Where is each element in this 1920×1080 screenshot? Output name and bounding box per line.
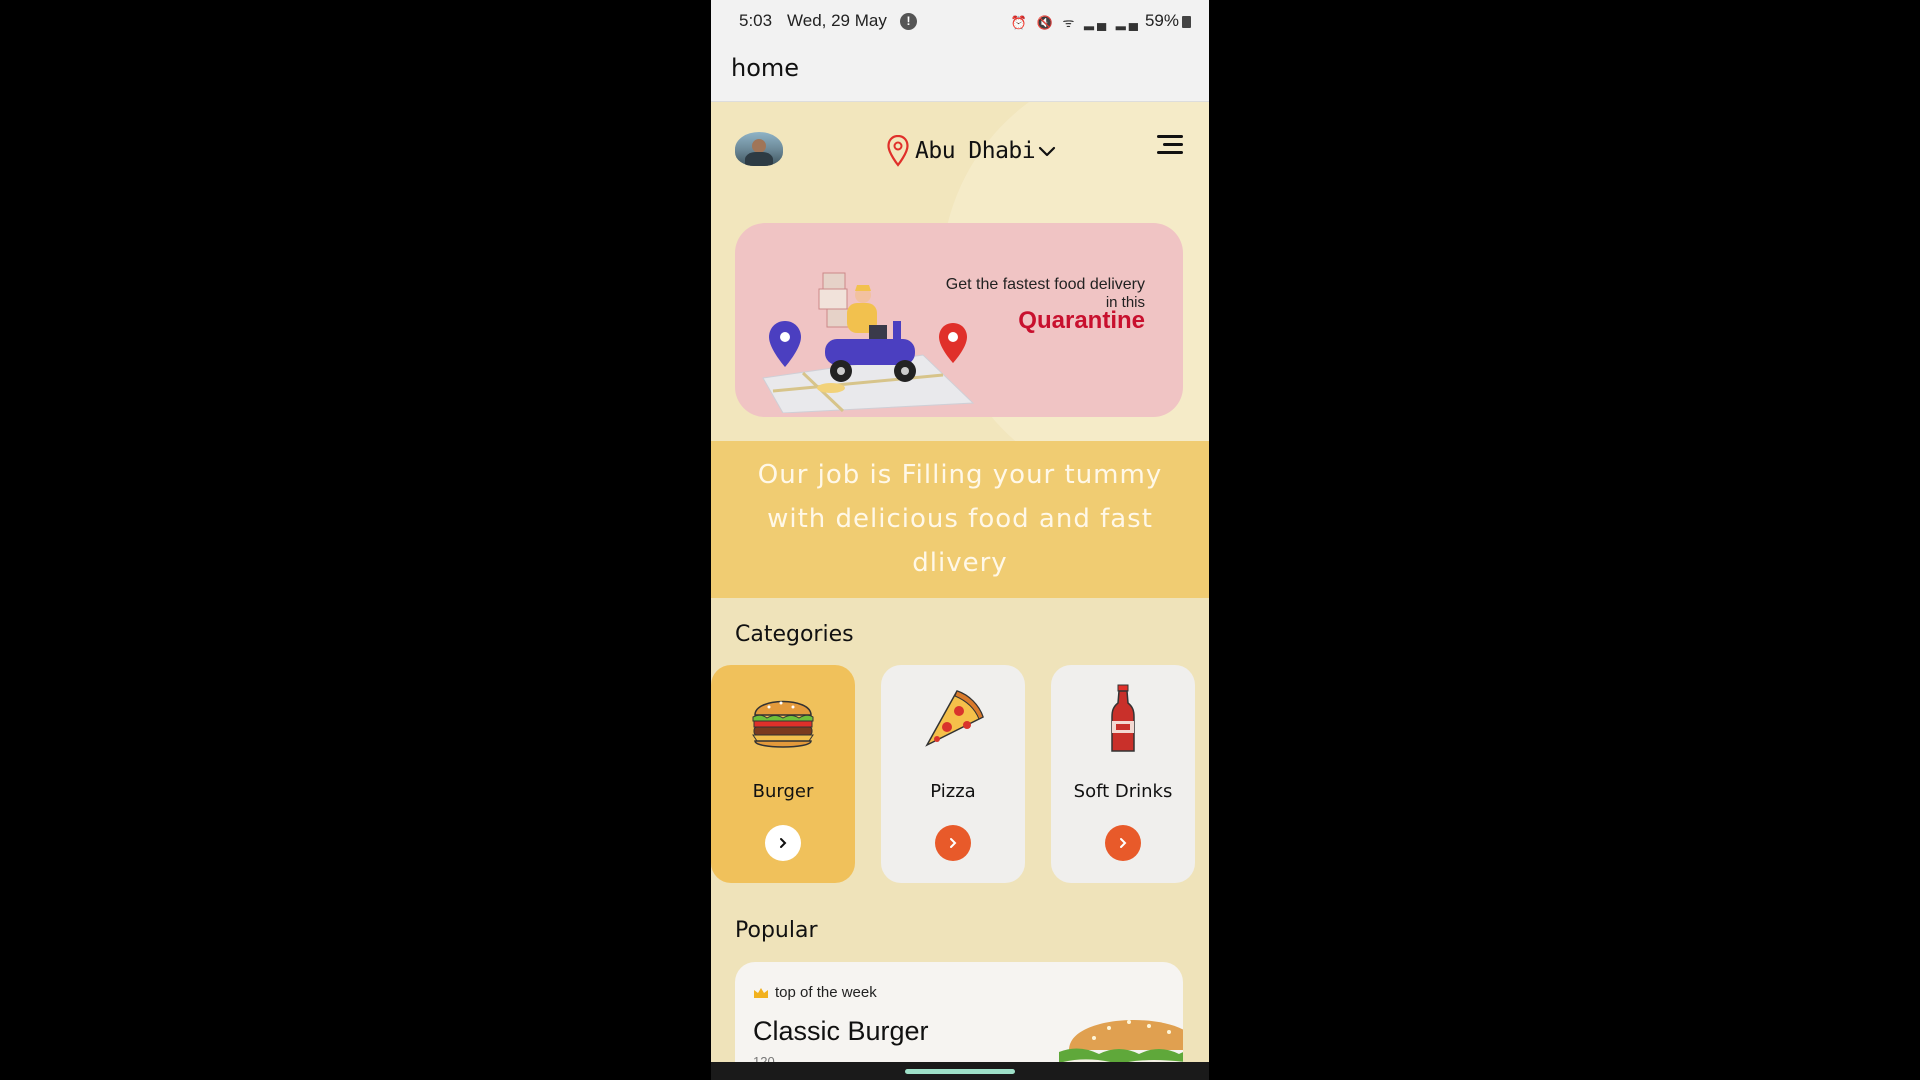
chevron-right-icon [1120,838,1127,848]
home-gesture-handle[interactable] [905,1069,1015,1074]
avatar-head [752,139,766,153]
category-label: Pizza [930,781,976,802]
promo-banner[interactable]: Get the fastest food delivery in this Qu… [735,223,1183,417]
category-arrow-button[interactable] [935,825,971,861]
burger-icon [752,700,814,748]
crown-icon [754,987,768,998]
tagline-text: Our job is Filling your tummy with delic… [757,460,1163,578]
chevron-down-icon [1039,146,1056,157]
badge-label: top of the week [775,984,877,1001]
tagline-band: Our job is Filling your tummy with delic… [711,441,1209,598]
banner-headline: Get the fastest food delivery [945,276,1145,293]
popular-item-subtext: 120 [753,1054,775,1062]
popular-item-name: Classic Burger [753,1016,929,1046]
app-bar-title: home [731,54,800,82]
status-bar: 5:03 Wed, 29 May ! ⏰ 🔇 ᯤ ▂▄ ▂▄ 59% [711,0,1209,42]
avatar-body [745,152,773,166]
location-selector[interactable]: Abu Dhabi [887,134,1056,168]
category-arrow-button[interactable] [1105,825,1141,861]
category-card-pizza[interactable]: Pizza [881,665,1025,883]
home-content[interactable]: Abu Dhabi Get the fastest food delivery … [711,102,1209,1062]
category-label: Burger [752,781,814,802]
banner-highlight: Quarantine [1018,307,1145,334]
category-arrow-button[interactable] [765,825,801,861]
phone-screen: 5:03 Wed, 29 May ! ⏰ 🔇 ᯤ ▂▄ ▂▄ 59% home … [711,0,1209,1080]
avatar[interactable] [735,132,783,166]
popular-title: Popular [735,918,818,943]
status-icons: ⏰ 🔇 ᯤ ▂▄ ▂▄ [1010,15,1141,30]
location-label: Abu Dhabi [915,138,1036,164]
category-label: Soft Drinks [1073,781,1173,802]
status-time: 5:03 [739,11,773,30]
categories-title: Categories [735,622,854,647]
popular-item-card[interactable]: top of the week Classic Burger 120 [735,962,1183,1062]
location-pin-icon [887,135,909,167]
gesture-nav-bar [711,1062,1209,1080]
hamburger-menu-icon[interactable] [1155,135,1183,157]
battery-percentage: 59% [1144,11,1179,30]
soda-bottle-icon [1111,684,1135,752]
pizza-icon [925,690,984,747]
category-card-burger[interactable]: Burger [711,665,855,883]
chevron-right-icon [950,838,957,848]
burger-image [1059,1020,1183,1062]
category-card-soft-drinks[interactable]: Soft Drinks [1051,665,1195,883]
chevron-right-icon [780,838,787,848]
notification-info-icon: ! [900,13,917,30]
status-date: Wed, 29 May [787,11,887,30]
top-of-week-badge: top of the week [753,984,877,1001]
app-bar: home [711,42,1209,102]
battery-icon [1182,16,1191,28]
